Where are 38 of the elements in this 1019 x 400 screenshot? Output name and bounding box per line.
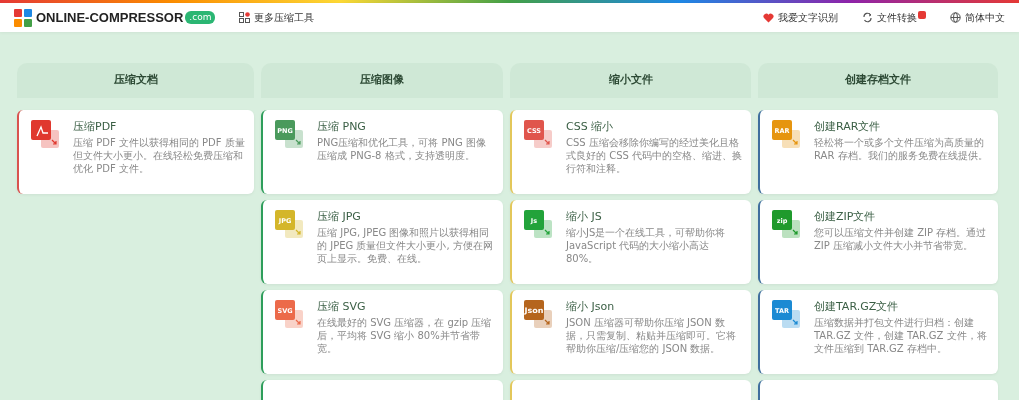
tool-description: 您可以压缩文件并创建 ZIP 存档。通过 ZIP 压缩减小文件大小并节省带宽。: [814, 226, 988, 253]
tool-title: 创建ZIP文件: [814, 210, 877, 225]
tool-description: CSS 压缩会移除你编写的经过美化且格式良好的 CSS 代码中的空格、缩进、换行符和注释。: [566, 136, 743, 176]
tool-description: 压缩 PDF 文件以获得相同的 PDF 质量但文件大小更小。在线轻松免费压缩和优化 PDF 文件。: [73, 136, 246, 176]
category-header: 压缩文档: [17, 63, 254, 98]
tool-title: 压缩 JPG: [317, 210, 362, 225]
sync-icon: [862, 12, 873, 23]
tool-title: CSS 缩小: [566, 120, 615, 135]
category-header: 缩小文件: [510, 63, 751, 98]
heart-icon: [763, 12, 774, 23]
tool-description: 压缩 JPG, JPEG 图像和照片以获得相同的 JPEG 质量但文件大小更小, 方便在网页上显示。免费、在线。: [317, 226, 494, 266]
new-badge-icon: [918, 10, 926, 19]
logo-domain: .com: [185, 10, 216, 25]
globe-icon: [950, 12, 961, 23]
tool-description: PNG压缩和优化工具，可将 PNG 图像压缩成 PNG-8 格式，支持透明度。: [317, 136, 487, 163]
tool-description: JSON 压缩器可帮助你压缩 JSON 数据，只需复制、粘贴并压缩即可。它将帮助你压缩/压缩您的 JSON 数据。: [566, 316, 737, 356]
header-link[interactable]: 简体中文: [950, 10, 1005, 25]
tool-description: 压缩数据并打包文件进行归档：创建 TAR.GZ 文件，创建 TAR.GZ 文件，将文件压缩到 TAR.GZ 存档中。: [814, 316, 988, 356]
site-logo[interactable]: ONLINE-COMPRESSOR .com: [14, 7, 216, 28]
tool-description: 在线最好的 SVG 压缩器，在 gzip 压缩后，平均将 SVG 缩小 80%并节省带宽。: [317, 316, 493, 356]
tool-description: 轻松将一个或多个文件压缩为高质量的 RAR 存档。我们的服务免费在线提供。: [814, 136, 989, 163]
tool-title: 压缩PDF: [73, 120, 118, 135]
logo-icon: [14, 8, 32, 27]
header-link[interactable]: 我爱文字识别: [763, 10, 838, 25]
tool-title: 缩小 Json: [566, 300, 616, 315]
tool-title: 压缩 SVG: [317, 300, 367, 315]
tool-title: 缩小 JS: [566, 210, 603, 225]
category-header: 压缩图像: [261, 63, 503, 98]
apps-icon: [239, 12, 251, 23]
tool-description: 缩小JS是一个在线工具，可帮助你将 JavaScript 代码的大小缩小高达 80%。: [566, 226, 727, 266]
tool-title: 创建TAR.GZ文件: [814, 300, 900, 315]
header-link[interactable]: 文件转换: [862, 10, 926, 25]
tool-title: 创建RAR文件: [814, 120, 882, 135]
category-header: 创建存档文件: [758, 63, 998, 98]
tool-title: 压缩 PNG: [317, 120, 367, 135]
logo-text: ONLINE-COMPRESSOR: [36, 8, 184, 27]
more-tools-link[interactable]: 更多压缩工具: [239, 10, 315, 25]
tool-card[interactable]: 压缩PDF 压缩 PDF 文件以获得相同的 PDF 质量但文件大小更小。在线轻松免费压缩和优化 PDF 文件。: [17, 110, 254, 194]
